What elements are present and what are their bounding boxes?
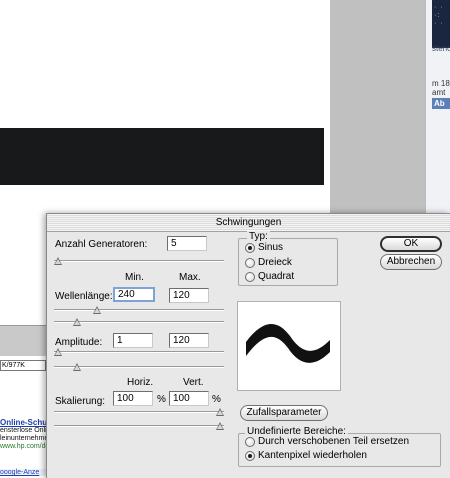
- radio-replace-shifted-label: Durch verschobenen Teil ersetzen: [258, 436, 410, 447]
- generators-input[interactable]: [167, 236, 207, 251]
- generators-slider-thumb[interactable]: [54, 257, 62, 265]
- radio-repeat-edge-indicator[interactable]: [245, 450, 255, 461]
- wavelength-min-slider[interactable]: [54, 306, 224, 314]
- radio-repeat-edge-label: Kantenpixel wiederholen: [258, 450, 367, 461]
- scaling-vert-input[interactable]: [169, 391, 209, 406]
- dialog-title: Schwingungen: [215, 217, 282, 228]
- radio-dreieck[interactable]: Dreieck: [245, 257, 292, 269]
- scaling-horiz-slider-thumb[interactable]: [216, 408, 224, 416]
- radio-quadrat-indicator[interactable]: [245, 271, 255, 282]
- wavelength-min-slider-thumb[interactable]: [92, 306, 101, 314]
- amplitude-min-slider[interactable]: [54, 348, 224, 356]
- scaling-vert-slider[interactable]: [54, 422, 224, 430]
- amplitude-min-input[interactable]: [113, 333, 153, 348]
- scaling-vert-slider-track: [54, 425, 224, 427]
- min-column-header: Min.: [125, 272, 144, 283]
- background-scrollbar[interactable]: [0, 325, 46, 356]
- wave-preview: [237, 301, 341, 391]
- radio-sinus[interactable]: Sinus: [245, 242, 283, 254]
- radio-quadrat[interactable]: Quadrat: [245, 271, 294, 283]
- right-panel-header: · · ·: · ·: [432, 0, 450, 48]
- cancel-button[interactable]: Abbrechen: [380, 254, 442, 270]
- scaling-vert-slider-thumb[interactable]: [216, 422, 224, 430]
- background-status-field: K/977K: [0, 360, 46, 371]
- ad-url[interactable]: www.hp.com/de/: [0, 443, 51, 450]
- radio-dreieck-label: Dreieck: [258, 257, 292, 268]
- radio-sinus-label: Sinus: [258, 242, 284, 253]
- amplitude-min-slider-track: [54, 351, 224, 353]
- generators-slider[interactable]: [54, 257, 224, 265]
- scaling-horiz-unit: %: [157, 394, 166, 405]
- waves-dialog: Schwingungen Anzahl Generatoren: Min. Ma…: [46, 213, 450, 478]
- ad-text-line-1: ensterlose Onlin: [0, 427, 51, 434]
- amplitude-max-input[interactable]: [169, 333, 209, 348]
- vert-column-header: Vert.: [183, 377, 204, 388]
- scaling-horiz-slider[interactable]: [54, 408, 224, 416]
- ok-button[interactable]: OK: [380, 236, 442, 252]
- horiz-column-header: Horiz.: [127, 377, 154, 388]
- right-panel-tab[interactable]: Ab: [432, 98, 450, 109]
- radio-dreieck-indicator[interactable]: [245, 257, 255, 268]
- radio-repeat-edge[interactable]: Kantenpixel wiederholen: [245, 450, 367, 462]
- right-panel-tagline: stenc: [432, 44, 450, 53]
- dialog-titlebar[interactable]: Schwingungen: [47, 214, 450, 232]
- wavelength-min-input[interactable]: [113, 287, 155, 302]
- scaling-horiz-slider-track: [54, 411, 224, 413]
- wavelength-max-slider[interactable]: [54, 318, 224, 326]
- generators-label: Anzahl Generatoren:: [55, 239, 148, 250]
- radio-quadrat-label: Quadrat: [258, 271, 295, 282]
- randomize-button[interactable]: Zufallsparameter: [240, 405, 328, 421]
- wavelength-min-slider-track: [54, 309, 224, 311]
- wavelength-max-input[interactable]: [169, 288, 209, 303]
- ad-text-line-2: leinunternehme: [0, 435, 49, 442]
- amplitude-label: Amplitude:: [55, 337, 103, 348]
- ad-footer-link[interactable]: ooogle-Anze: [0, 469, 46, 476]
- wave-preview-graphic: [246, 323, 330, 363]
- amplitude-min-slider-thumb[interactable]: [54, 348, 62, 356]
- black-banner: [0, 128, 324, 185]
- radio-sinus-indicator[interactable]: [245, 242, 255, 253]
- radio-replace-shifted[interactable]: Durch verschobenen Teil ersetzen: [245, 436, 409, 448]
- scaling-horiz-input[interactable]: [113, 391, 153, 406]
- scaling-label: Skalierung:: [55, 396, 106, 407]
- radio-replace-shifted-indicator[interactable]: [245, 436, 255, 447]
- wavelength-label: Wellenlänge:: [55, 291, 113, 302]
- wave-shape: [246, 323, 330, 363]
- right-panel-text-1: m 18: [432, 79, 450, 88]
- amplitude-max-slider[interactable]: [54, 363, 224, 371]
- amplitude-max-slider-thumb[interactable]: [73, 363, 82, 371]
- generators-slider-track: [54, 260, 224, 262]
- scaling-vert-unit: %: [212, 394, 221, 405]
- right-panel-text-2: amt: [432, 88, 446, 97]
- max-column-header: Max.: [179, 272, 201, 283]
- type-group-label: Typ:: [247, 231, 270, 242]
- wavelength-max-slider-thumb[interactable]: [73, 318, 82, 326]
